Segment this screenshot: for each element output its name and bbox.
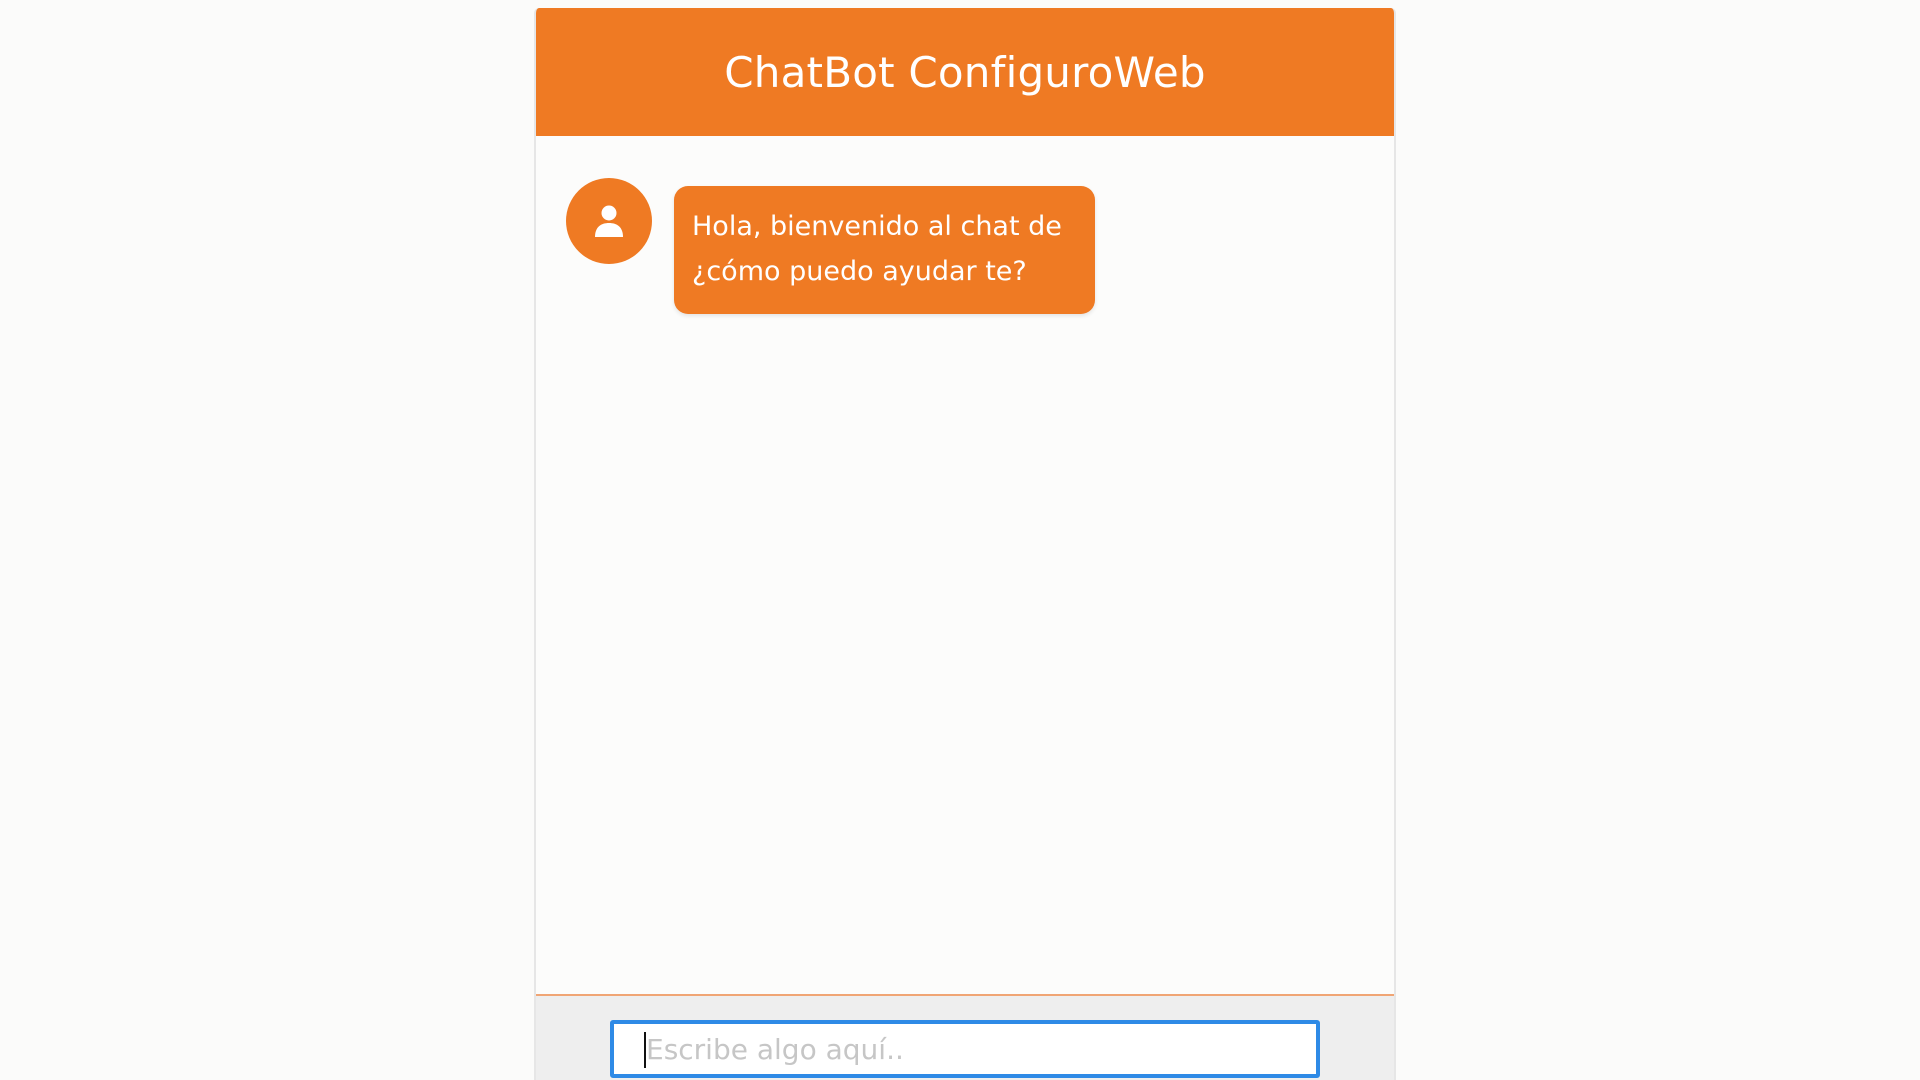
chat-footer [536, 994, 1394, 1080]
bot-message: Hola, bienvenido al chat de ¿cómo puedo … [566, 178, 1095, 314]
message-input[interactable] [610, 1020, 1320, 1078]
chat-messages: Hola, bienvenido al chat de ¿cómo puedo … [536, 136, 1394, 994]
bot-avatar [566, 178, 652, 264]
message-bubble: Hola, bienvenido al chat de ¿cómo puedo … [674, 186, 1095, 314]
chat-title: ChatBot ConfiguroWeb [724, 47, 1206, 97]
chat-window: ChatBot ConfiguroWeb Hola, bienvenido al… [534, 8, 1396, 1080]
text-cursor [644, 1032, 646, 1068]
user-icon [589, 201, 629, 241]
chat-header: ChatBot ConfiguroWeb [536, 8, 1394, 136]
